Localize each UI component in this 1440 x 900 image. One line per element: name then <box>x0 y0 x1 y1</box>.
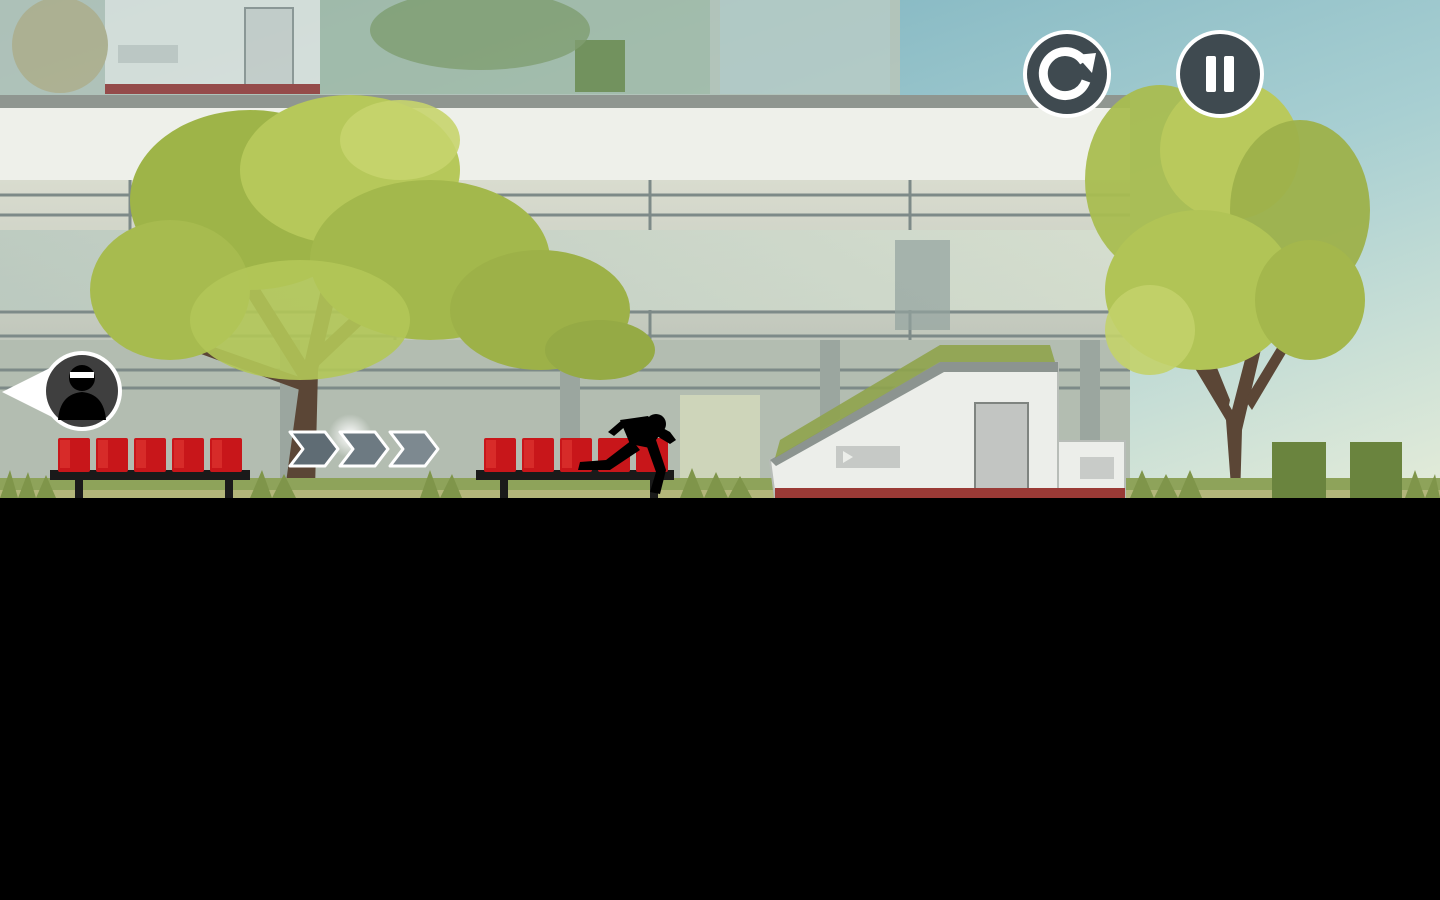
game-viewport[interactable] <box>0 0 1440 900</box>
chaser-indicator <box>0 350 124 434</box>
pause-button[interactable] <box>1175 29 1265 119</box>
ground <box>0 498 1440 900</box>
game-scene <box>0 0 1440 900</box>
upper-building <box>0 0 900 96</box>
boost-arrow-icon <box>288 430 440 468</box>
restart-button[interactable] <box>1022 29 1112 119</box>
